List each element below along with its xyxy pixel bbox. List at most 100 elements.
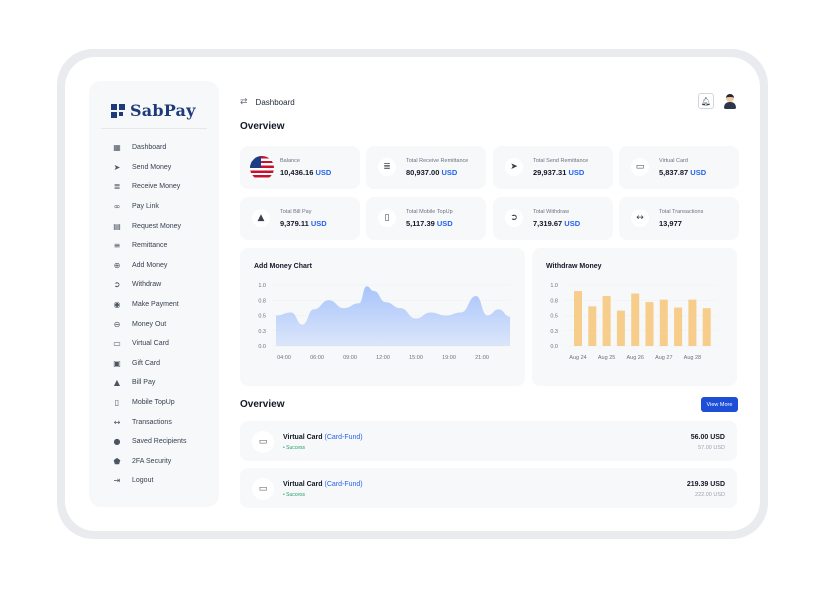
withdraw-bar — [674, 307, 683, 346]
bar-x-tick: Aug 28 — [684, 355, 701, 361]
transaction-tag: (Card-Fund) — [324, 434, 363, 441]
sidebar-item-label: Send Money — [132, 163, 172, 171]
sidebar-item-virtual-card[interactable]: ▭ Virtual Card — [112, 334, 186, 354]
transaction-row[interactable]: ▭ Virtual Card (Card-Fund) • Success 219.39… — [240, 468, 737, 508]
sidebar-item-dashboard[interactable]: ▦ Dashboard — [112, 138, 186, 158]
stat-card[interactable]: ▯ Total Mobile TopUp 5,117.39 USD — [366, 197, 486, 240]
sidebar-item-pay-link[interactable]: ∞ Pay Link — [112, 197, 186, 217]
sidebar-item-label: Withdraw — [132, 281, 162, 289]
transaction-row[interactable]: ▭ Virtual Card (Card-Fund) • Success 56.00 … — [240, 421, 737, 461]
stat-value: 9,379.11 USD — [280, 219, 327, 228]
logo[interactable]: SabPay — [111, 101, 196, 120]
bar-x-tick: Aug 24 — [569, 355, 586, 361]
withdraw-bar — [616, 310, 625, 346]
sidebar-divider — [101, 128, 207, 129]
area-x-tick: 19:00 — [442, 355, 456, 361]
stat-amount: 9,379.11 — [280, 219, 309, 228]
bag-icon: ▲ — [252, 209, 270, 227]
area-x-tick: 15:00 — [409, 355, 423, 361]
notification-bell-icon[interactable]: 🔔︎ — [698, 93, 714, 109]
sidebar-item-logout[interactable]: ⇥ Logout — [112, 471, 186, 491]
minus-circle-icon: ⊖ — [113, 319, 121, 329]
sidebar: SabPay ▦ Dashboard ➤ Send Money ≣ Receive Mon… — [89, 81, 219, 507]
transaction-sub-amount: 222.00 USD — [695, 492, 725, 498]
withdraw-bar — [602, 295, 611, 346]
sidebar-item-remittance[interactable]: ≡ Remittance — [112, 236, 186, 256]
withdraw-bar — [645, 302, 654, 346]
phone-icon: ▯ — [378, 209, 396, 227]
sidebar-item-request-money[interactable]: ▤ Request Money — [112, 216, 186, 236]
transaction-sub-amount: 57.00 USD — [698, 445, 725, 451]
stat-amount: 13,977 — [659, 219, 682, 228]
sidebar-item-withdraw[interactable]: ➲ Withdraw — [112, 275, 186, 295]
sidebar-item-label: Mobile TopUp — [132, 399, 175, 407]
arrow-circle-icon: ➲ — [113, 280, 121, 290]
stat-value: 80,937.00 USD — [406, 168, 457, 177]
transactions-title: Overview — [240, 399, 285, 410]
avatar[interactable] — [723, 93, 737, 109]
breadcrumb-label: Dashboard — [255, 97, 295, 107]
sidebar-item-2fa-security[interactable]: ⬟ 2FA Security — [112, 452, 186, 472]
card-icon: ▭ — [252, 431, 274, 453]
sidebar-item-make-payment[interactable]: ◉ Make Payment — [112, 295, 186, 315]
payment-circle-icon: ◉ — [113, 300, 121, 310]
stat-value: 10,436.16 USD — [280, 168, 331, 177]
swap-icon[interactable]: ⇄ — [240, 97, 248, 107]
stat-card[interactable]: ▲ Total Bill Pay 9,379.11 USD — [240, 197, 360, 240]
sidebar-item-label: 2FA Security — [132, 457, 172, 465]
sidebar-item-label: Dashboard — [132, 144, 167, 152]
sidebar-item-saved-recipients[interactable]: ● Saved Recipients — [112, 432, 187, 452]
sidebar-item-mobile-topup[interactable]: ▯ Mobile TopUp — [112, 393, 186, 413]
withdraw-money-chart-plot: 1.0 0.8 0.5 0.3 0.0 Aug 24 Aug 25 Aug 26 Aug 27 A… — [550, 283, 717, 361]
sidebar-item-add-money[interactable]: ⊕ Add Money — [112, 256, 186, 276]
area-y-tick: 0.0 — [258, 344, 266, 350]
withdraw-bar — [659, 299, 668, 346]
stat-card[interactable]: ↔ Total Transactions 13,977 — [619, 197, 739, 240]
card-icon: ▭ — [113, 339, 121, 349]
stat-card[interactable]: Balance 10,436.16 USD — [240, 146, 360, 189]
sidebar-item-gift-card[interactable]: ▣ Gift Card — [112, 354, 186, 374]
sidebar-item-label: Make Payment — [132, 301, 179, 309]
stat-card[interactable]: ➲ Total Withdraw 7,319.67 USD — [493, 197, 613, 240]
transaction-amount: 219.39 USD — [686, 481, 725, 488]
grid-icon: ▦ — [113, 143, 121, 153]
transaction-tag: (Card-Fund) — [324, 481, 363, 488]
overview-title: Overview — [240, 121, 285, 132]
app-screen: SabPay ▦ Dashboard ➤ Send Money ≣ Receive Mon… — [65, 57, 760, 531]
receipt-icon: ≣ — [378, 158, 396, 176]
view-more-button[interactable]: View More — [701, 397, 738, 412]
area-y-tick: 0.3 — [258, 329, 266, 335]
sidebar-item-label: Transactions — [132, 418, 172, 426]
stat-unit: USD — [568, 168, 585, 177]
stat-label: Total Mobile TopUp — [406, 209, 453, 215]
stat-label: Virtual Card — [659, 158, 688, 164]
withdraw-bar — [631, 293, 640, 346]
swap-icon: ↔ — [113, 417, 121, 427]
sidebar-item-receive-money[interactable]: ≣ Receive Money — [112, 177, 186, 197]
stat-unit: USD — [441, 168, 458, 177]
stat-label: Total Receive Remittance — [406, 158, 469, 164]
bar-y-tick: 0.8 — [550, 298, 558, 304]
area-x-tick: 04:00 — [277, 355, 291, 361]
document-icon: ▤ — [113, 221, 121, 231]
stat-amount: 7,319.67 — [533, 219, 563, 228]
stat-label: Balance — [280, 158, 300, 164]
sidebar-item-label: Pay Link — [132, 203, 159, 211]
stat-card[interactable]: ➤ Total Send Remittance 29,937.31 USD — [493, 146, 613, 189]
stat-card[interactable]: ▭ Virtual Card 5,837.87 USD — [619, 146, 739, 189]
stat-card[interactable]: ≣ Total Receive Remittance 80,937.00 USD — [366, 146, 486, 189]
area-y-tick: 1.0 — [258, 283, 266, 289]
stack-icon: ≡ — [113, 241, 121, 251]
sidebar-item-money-out[interactable]: ⊖ Money Out — [112, 314, 186, 334]
area-x-tick: 09:00 — [343, 355, 357, 361]
paper-plane-icon: ➤ — [505, 158, 523, 176]
sidebar-item-label: Gift Card — [132, 359, 161, 367]
stat-value: 29,937.31 USD — [533, 168, 584, 177]
gift-icon: ▣ — [113, 358, 121, 368]
sidebar-item-transactions[interactable]: ↔ Transactions — [112, 412, 186, 432]
sidebar-item-bill-pay[interactable]: ▲ Bill Pay — [112, 373, 186, 393]
us-flag-icon — [250, 156, 274, 180]
sidebar-item-send-money[interactable]: ➤ Send Money — [112, 158, 186, 178]
sidebar-item-label: Virtual Card — [132, 340, 169, 348]
sidebar-item-label: Remittance — [132, 242, 168, 250]
